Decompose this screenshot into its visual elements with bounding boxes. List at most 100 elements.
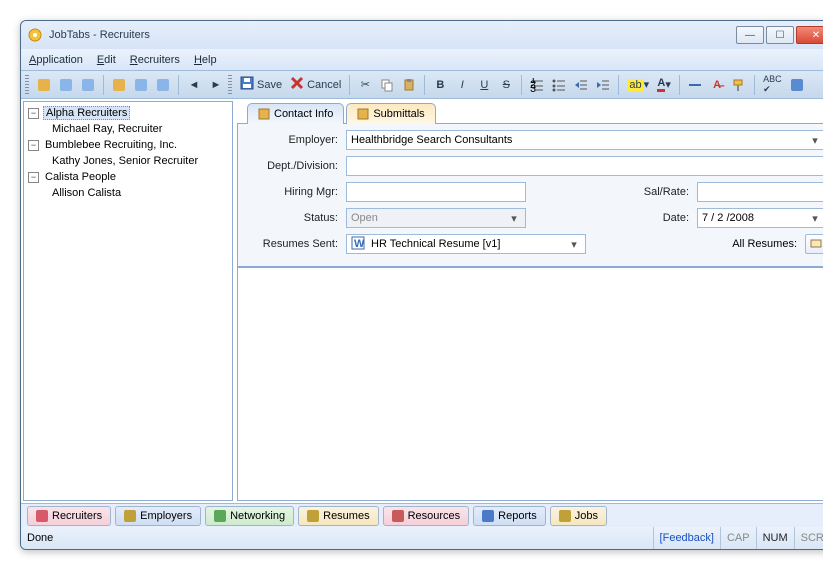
chevron-down-icon: ▾ bbox=[808, 134, 822, 147]
cancel-button[interactable]: Cancel bbox=[287, 74, 344, 96]
svg-text:3: 3 bbox=[530, 83, 536, 92]
hr-icon[interactable] bbox=[685, 74, 705, 96]
remove-format-icon[interactable]: A̶ bbox=[707, 74, 727, 96]
toolbar-icon-1[interactable] bbox=[34, 74, 54, 96]
date-label: Date: bbox=[629, 212, 689, 224]
tree-node[interactable]: − Alpha Recruiters bbox=[24, 105, 232, 121]
minimize-button[interactable]: — bbox=[736, 26, 764, 44]
main-panel: Contact Info Submittals Employer: Health… bbox=[235, 99, 823, 503]
bottom-tab-resources[interactable]: Resources bbox=[383, 506, 470, 526]
tree-label[interactable]: Alpha Recruiters bbox=[43, 106, 130, 120]
bottom-tab-employers[interactable]: Employers bbox=[115, 506, 201, 526]
statusbar: Done [Feedback] CAP NUM SCRL bbox=[21, 527, 823, 549]
tree-child[interactable]: Michael Ray, Recruiter bbox=[24, 121, 232, 137]
tree-node[interactable]: − Calista People bbox=[24, 169, 232, 185]
tree-node[interactable]: − Bumblebee Recruiting, Inc. bbox=[24, 137, 232, 153]
submittals-form: Employer: Healthbridge Search Consultant… bbox=[237, 123, 823, 267]
toolbar-icon-5[interactable] bbox=[131, 74, 151, 96]
underline-icon[interactable]: U bbox=[474, 74, 494, 96]
list-num-icon[interactable]: 123 bbox=[527, 74, 547, 96]
date-picker[interactable]: 7 / 2 /2008 ▾ bbox=[697, 208, 823, 228]
status-text: Done bbox=[27, 532, 653, 544]
menu-edit[interactable]: Edit bbox=[97, 54, 116, 66]
save-button[interactable]: Save bbox=[237, 74, 285, 96]
resumes-label: Resumes Sent: bbox=[248, 238, 338, 250]
resources-icon bbox=[392, 510, 404, 522]
maximize-button[interactable]: ☐ bbox=[766, 26, 794, 44]
spellcheck-icon[interactable]: ABC✔ bbox=[760, 74, 785, 96]
recruiters-tree[interactable]: − Alpha Recruiters Michael Ray, Recruite… bbox=[23, 101, 233, 501]
form-tabs: Contact Info Submittals bbox=[237, 101, 823, 123]
window-title: JobTabs - Recruiters bbox=[49, 29, 736, 41]
copy-icon[interactable] bbox=[377, 74, 397, 96]
toolbar-icon-6[interactable] bbox=[153, 74, 173, 96]
bottom-tab-reports[interactable]: Reports bbox=[473, 506, 546, 526]
tab-contact-info[interactable]: Contact Info bbox=[247, 103, 344, 124]
hiring-label: Hiring Mgr: bbox=[248, 186, 338, 198]
menu-help[interactable]: Help bbox=[194, 54, 217, 66]
collapse-icon[interactable]: − bbox=[28, 140, 39, 151]
toolbar-icon-2[interactable] bbox=[56, 74, 76, 96]
nav-back-icon[interactable]: ◄ bbox=[184, 74, 204, 96]
collapse-icon[interactable]: − bbox=[28, 172, 39, 183]
caps-indicator: CAP bbox=[720, 527, 756, 549]
font-color-icon[interactable]: A▾ bbox=[654, 74, 674, 96]
bottom-tab-networking[interactable]: Networking bbox=[205, 506, 294, 526]
reports-icon bbox=[482, 510, 494, 522]
dept-label: Dept./Division: bbox=[248, 160, 338, 172]
chevron-down-icon: ▾ bbox=[567, 238, 581, 251]
toolbar-icon-3[interactable] bbox=[78, 74, 98, 96]
save-icon bbox=[240, 76, 254, 93]
indent-icon[interactable] bbox=[593, 74, 613, 96]
strike-icon[interactable]: S bbox=[496, 74, 516, 96]
collapse-icon[interactable]: − bbox=[28, 108, 39, 119]
chevron-down-icon: ▾ bbox=[507, 212, 521, 225]
folder-icon bbox=[810, 237, 822, 252]
paste-icon[interactable] bbox=[399, 74, 419, 96]
salrate-input[interactable] bbox=[697, 182, 823, 202]
highlight-icon[interactable]: ab▾ bbox=[624, 74, 652, 96]
titlebar: JobTabs - Recruiters — ☐ ✕ bbox=[21, 21, 823, 49]
chevron-down-icon: ▾ bbox=[808, 212, 822, 225]
nav-fwd-icon[interactable]: ► bbox=[206, 74, 226, 96]
dept-input[interactable] bbox=[346, 156, 823, 176]
scrl-indicator: SCRL bbox=[794, 527, 823, 549]
cut-icon[interactable]: ✂ bbox=[355, 74, 375, 96]
outdent-icon[interactable] bbox=[571, 74, 591, 96]
bottom-tab-recruiters[interactable]: Recruiters bbox=[27, 506, 111, 526]
app-window: JobTabs - Recruiters — ☐ ✕ Application E… bbox=[20, 20, 823, 550]
num-indicator: NUM bbox=[756, 527, 794, 549]
menu-application[interactable]: Application bbox=[29, 54, 83, 66]
tab-submittals[interactable]: Submittals bbox=[346, 103, 435, 124]
resumes-select[interactable]: W HR Technical Resume [v1] ▾ bbox=[346, 234, 586, 254]
employer-select[interactable]: Healthbridge Search Consultants ▾ bbox=[346, 130, 823, 150]
employers-icon bbox=[124, 510, 136, 522]
bottom-tab-bar: Recruiters Employers Networking Resumes … bbox=[21, 503, 823, 527]
toolbar: ◄ ► Save Cancel ✂ B I U S 123 ab▾ A▾ A̶ bbox=[21, 71, 823, 99]
format-paint-icon[interactable] bbox=[729, 74, 749, 96]
list-bullet-icon[interactable] bbox=[549, 74, 569, 96]
menu-recruiters[interactable]: Recruiters bbox=[130, 54, 180, 66]
recruiters-icon bbox=[36, 510, 48, 522]
all-resumes-button[interactable] bbox=[805, 234, 823, 254]
status-select[interactable]: Open ▾ bbox=[346, 208, 526, 228]
salrate-label: Sal/Rate: bbox=[629, 186, 689, 198]
cancel-icon bbox=[290, 76, 304, 93]
resumes-icon bbox=[307, 510, 319, 522]
italic-icon[interactable]: I bbox=[452, 74, 472, 96]
glyph-icon[interactable] bbox=[787, 74, 807, 96]
all-resumes-label: All Resumes: bbox=[732, 238, 797, 250]
bold-icon[interactable]: B bbox=[430, 74, 450, 96]
tree-child[interactable]: Allison Calista bbox=[24, 185, 232, 201]
feedback-link[interactable]: [Feedback] bbox=[660, 532, 714, 544]
bottom-tab-jobs[interactable]: Jobs bbox=[550, 506, 607, 526]
bottom-tab-resumes[interactable]: Resumes bbox=[298, 506, 378, 526]
toolbar-icon-4[interactable] bbox=[109, 74, 129, 96]
hiring-input[interactable] bbox=[346, 182, 526, 202]
networking-icon bbox=[214, 510, 226, 522]
submittals-icon bbox=[357, 108, 369, 120]
close-button[interactable]: ✕ bbox=[796, 26, 823, 44]
notes-textarea[interactable] bbox=[237, 267, 823, 501]
tree-child[interactable]: Kathy Jones, Senior Recruiter bbox=[24, 153, 232, 169]
toolbar-grip bbox=[25, 75, 29, 95]
